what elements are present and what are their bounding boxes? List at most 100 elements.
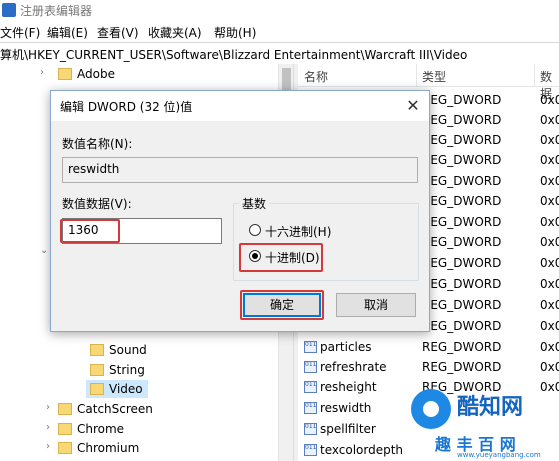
value-name: spellfilter — [320, 422, 376, 436]
brand-logo-icon — [411, 389, 451, 429]
radio-button[interactable] — [249, 224, 261, 236]
tree-item-label: String — [109, 363, 145, 377]
value-data: 0x0 — [540, 319, 559, 333]
tree-item-sound[interactable]: Sound — [80, 340, 270, 360]
watermark: 酷知网 趣 丰 百 网 www.yueyangbang.com — [405, 385, 559, 461]
folder-icon — [90, 383, 104, 395]
tree-item-label: Video — [109, 382, 143, 396]
tree-item-catchscreen[interactable]: › CatchScreen — [46, 399, 276, 419]
close-icon[interactable]: ✕ — [403, 96, 423, 116]
menu-favorites[interactable]: 收藏夹(A) — [148, 24, 202, 41]
registry-app-icon — [2, 3, 16, 17]
tree-item-chrome[interactable]: › Chrome — [46, 419, 276, 439]
registry-path[interactable]: 计算机\HKEY_CURRENT_USER\Software\Blizzard … — [0, 46, 467, 63]
title-bar: 注册表编辑器 — [0, 0, 559, 20]
reg-dword-icon: 011 — [304, 341, 317, 353]
radio-hex-label: 十六进制(H) — [265, 225, 332, 239]
tree-item-label: Chromium — [77, 441, 140, 455]
address-bar[interactable]: 计算机\HKEY_CURRENT_USER\Software\Blizzard … — [0, 42, 559, 65]
folder-icon — [90, 344, 104, 356]
value-type: REG_DWORD — [422, 298, 502, 312]
value-type: REG_DWORD — [422, 215, 502, 229]
value-type: REG_DWORD — [422, 235, 502, 249]
value-type: REG_DWORD — [422, 153, 502, 167]
value-type: REG_DWORD — [422, 133, 502, 147]
value-name: reswidth — [320, 401, 372, 415]
reg-dword-icon: 011 — [304, 423, 317, 435]
value-data: 0x0 — [540, 340, 559, 354]
value-data: 0x0 — [540, 256, 559, 270]
value-data: 0x0 — [540, 93, 559, 107]
base-label: 基数 — [239, 195, 270, 212]
value-data: 0x0 — [540, 194, 559, 208]
column-header-name[interactable]: 名称 — [304, 68, 328, 85]
value-type: REG_DWORD — [422, 174, 502, 188]
list-item[interactable]: 011 refreshrate REG_DWORD 0x0 — [298, 357, 559, 377]
chevron-right-icon[interactable]: › — [46, 402, 56, 413]
menu-edit[interactable]: 编辑(E) — [47, 24, 88, 41]
value-name: texcolordepth — [320, 443, 404, 457]
window-title: 注册表编辑器 — [20, 4, 93, 18]
tree-item-string[interactable]: String — [80, 360, 270, 380]
list-header: 名称 类型 数据 — [298, 64, 559, 101]
tree-item-label: Chrome — [77, 422, 125, 436]
tree-item-label: CatchScreen — [77, 402, 153, 416]
reg-dword-icon: 011 — [304, 402, 317, 414]
value-type: REG_DWORD — [422, 340, 502, 354]
chevron-right-icon[interactable]: › — [46, 441, 56, 452]
watermark-url: www.yueyangbang.com — [457, 451, 541, 459]
folder-icon — [58, 68, 72, 80]
tree-item-label: Adobe — [77, 67, 115, 81]
value-data: 0x0 — [540, 215, 559, 229]
value-type: REG_DWORD — [422, 93, 502, 107]
menu-bar: 文件(F) 编辑(E) 查看(V) 收藏夹(A) 帮助(H) — [0, 20, 559, 42]
chevron-down-icon[interactable]: ⌄ — [40, 245, 50, 256]
highlight-box — [239, 243, 323, 272]
value-type: REG_DWORD — [422, 256, 502, 270]
cancel-button[interactable]: 取消 — [336, 293, 416, 317]
chevron-right-icon[interactable]: › — [40, 67, 50, 78]
dialog-title: 编辑 DWORD (32 位)值 — [60, 100, 193, 114]
value-data: 0x0 — [540, 360, 559, 374]
watermark-brand: 酷知网 — [457, 395, 524, 420]
value-name: resheight — [320, 380, 377, 394]
column-header-type[interactable]: 类型 — [422, 68, 446, 85]
tree-item-video[interactable]: Video — [80, 379, 270, 399]
value-name-label: 数值名称(N): — [62, 137, 133, 151]
chevron-right-icon[interactable]: › — [46, 422, 56, 433]
value-type: REG_DWORD — [422, 113, 502, 127]
value-type: REG_DWORD — [422, 319, 502, 333]
highlight-box — [240, 290, 324, 320]
reg-dword-icon: 011 — [304, 444, 317, 456]
folder-icon — [58, 442, 72, 454]
value-data: 0x0 — [540, 174, 559, 188]
folder-icon — [58, 403, 72, 415]
tree-item-chromium[interactable]: › Chromium — [46, 438, 276, 458]
value-name-field[interactable]: reswidth — [62, 157, 418, 183]
value-data: 0x0 — [540, 133, 559, 147]
menu-view[interactable]: 查看(V) — [97, 24, 139, 41]
dialog-title-bar[interactable]: 编辑 DWORD (32 位)值 ✕ — [51, 91, 429, 121]
menu-file[interactable]: 文件(F) — [0, 24, 40, 41]
folder-icon — [90, 364, 104, 376]
menu-help[interactable]: 帮助(H) — [214, 24, 256, 41]
column-divider[interactable] — [534, 64, 535, 86]
value-data: 0x0 — [540, 235, 559, 249]
list-item[interactable]: 011 particles REG_DWORD 0x0 — [298, 337, 559, 357]
folder-icon — [58, 423, 72, 435]
value-data: 0x0 — [540, 277, 559, 291]
column-divider[interactable] — [416, 64, 417, 86]
reg-dword-icon: 011 — [304, 381, 317, 393]
highlight-box — [60, 219, 120, 243]
edit-dword-dialog: 编辑 DWORD (32 位)值 ✕ 数值名称(N): reswidth 数值数… — [50, 90, 430, 332]
radio-hex[interactable]: 十六进制(H) — [249, 222, 359, 240]
value-data: 0x0 — [540, 113, 559, 127]
value-name: refreshrate — [320, 360, 387, 374]
tree-item-label: Sound — [109, 343, 147, 357]
value-type: REG_DWORD — [422, 277, 502, 291]
tree-item-adobe[interactable]: › Adobe — [40, 64, 270, 84]
value-data: 0x0 — [540, 298, 559, 312]
value-data: 0x0 — [540, 153, 559, 167]
value-name: particles — [320, 340, 372, 354]
value-type: REG_DWORD — [422, 194, 502, 208]
